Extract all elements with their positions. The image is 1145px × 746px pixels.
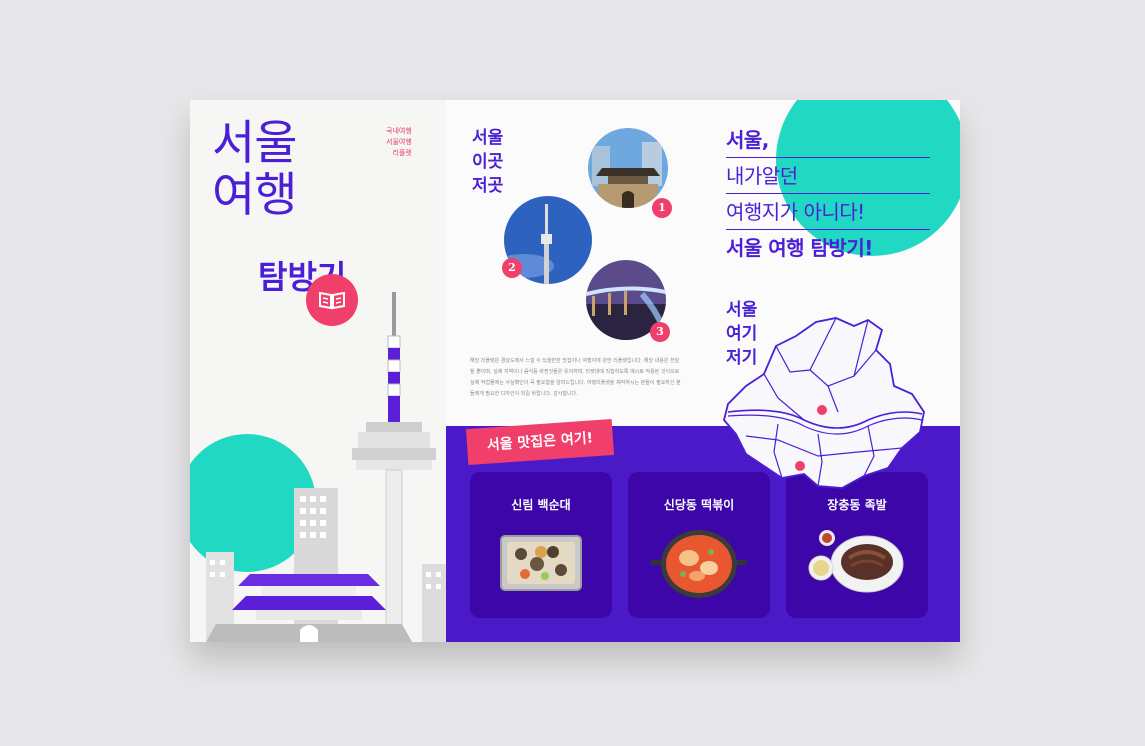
photo-badge-2: 2 bbox=[502, 258, 522, 278]
intro-line2: 내가알던 bbox=[726, 158, 930, 194]
cover-title-line2: 여행 bbox=[212, 168, 297, 223]
intro-line4: 서울 여행 탐방기! bbox=[726, 236, 873, 260]
photo-badge-3: 3 bbox=[650, 322, 670, 342]
cover-title: 서울 여행 bbox=[212, 116, 297, 223]
intro-line3: 여행지가 아니다! bbox=[726, 194, 930, 230]
photo-badge-1: 1 bbox=[652, 198, 672, 218]
restaurant-card-title: 신림 백순대 bbox=[511, 498, 571, 512]
restaurant-card-title: 장충동 족발 bbox=[827, 498, 887, 512]
photo-south-gate bbox=[588, 128, 668, 208]
cover-side-text: 국내여행 서울여행 리플렛 bbox=[386, 126, 412, 159]
intro-line1: 서울, bbox=[726, 122, 930, 158]
tteokbokki-pan-icon bbox=[651, 530, 747, 598]
brochure: 서울 여행 탐방기 국내여행 서울여행 리플렛 서울 이곳 저곳 1 2 3 해… bbox=[190, 100, 960, 642]
seoul-map-illustration bbox=[723, 317, 925, 489]
attractions-body-text: 해당 리플렛은 경상도에서 느낄 수 있을만한 맛집이나 여행지에 관한 리플렛… bbox=[470, 358, 681, 397]
restaurant-card-title: 신당동 떡볶이 bbox=[663, 498, 735, 512]
attractions-heading-line1: 서울 bbox=[472, 128, 504, 148]
cover-title-line1: 서울 bbox=[212, 116, 297, 171]
side-line3: 리플렛 bbox=[392, 149, 412, 157]
side-line1: 국내여행 bbox=[386, 127, 412, 135]
cover-panel: 서울 여행 탐방기 국내여행 서울여행 리플렛 bbox=[190, 100, 446, 642]
restaurant-card-1[interactable]: 신림 백순대 bbox=[470, 472, 612, 618]
attractions-heading: 서울 이곳 저곳 bbox=[472, 126, 503, 198]
sundae-dish-icon bbox=[500, 535, 582, 591]
seoul-skyline-illustration bbox=[206, 292, 446, 642]
side-line2: 서울여행 bbox=[386, 138, 412, 146]
attractions-heading-line2: 이곳 bbox=[472, 152, 504, 172]
jokbal-plate-icon bbox=[808, 530, 904, 593]
attractions-heading-line3: 저곳 bbox=[472, 176, 504, 196]
